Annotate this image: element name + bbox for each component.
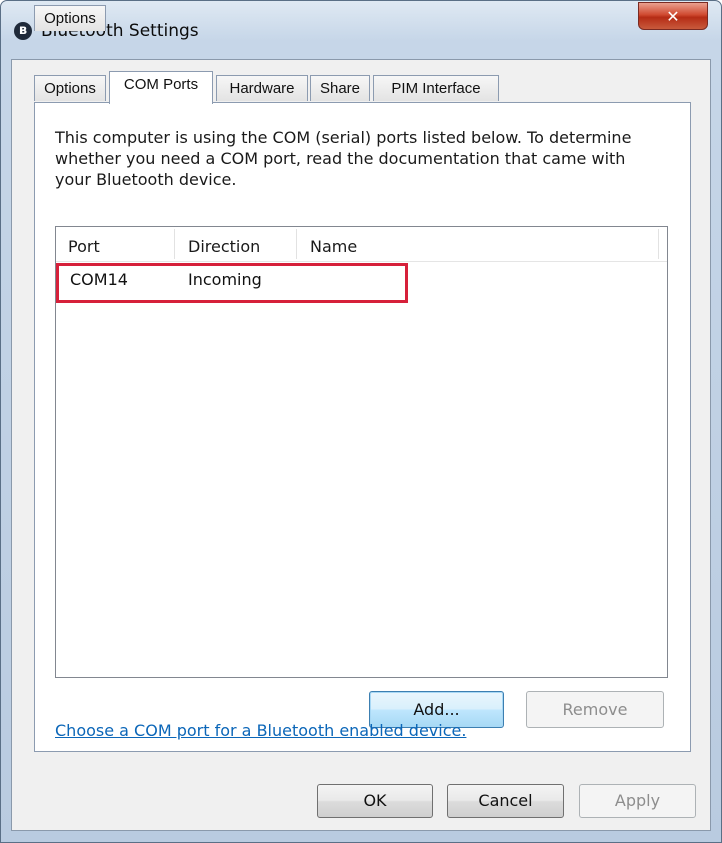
tab-share[interactable]: Share	[310, 75, 370, 101]
apply-button-label: Apply	[614, 791, 661, 810]
column-header-direction[interactable]: Direction	[188, 237, 260, 256]
tab-pim-interface[interactable]: PIM Interface	[373, 75, 499, 101]
column-divider[interactable]	[658, 229, 659, 259]
column-header-name[interactable]: Name	[310, 237, 357, 256]
column-header-port[interactable]: Port	[68, 237, 100, 256]
tab-options[interactable]: Options	[34, 5, 106, 31]
column-divider[interactable]	[174, 229, 175, 259]
title-bar[interactable]: ʙ Bluetooth Settings ✕	[1, 1, 721, 45]
tab-options-label: Options	[44, 10, 96, 27]
cancel-button-label: Cancel	[478, 791, 533, 810]
choose-com-port-link[interactable]: Choose a COM port for a Bluetooth enable…	[55, 721, 466, 740]
tab-pim-interface-label: PIM Interface	[391, 80, 481, 97]
close-button[interactable]: ✕	[638, 2, 708, 30]
tab-share-label: Share	[319, 80, 361, 97]
highlight-annotation	[56, 263, 408, 303]
ok-button[interactable]: OK	[317, 784, 433, 818]
tab-hardware[interactable]: Hardware	[216, 75, 308, 101]
apply-button[interactable]: Apply	[579, 784, 696, 818]
column-divider[interactable]	[296, 229, 297, 259]
bluetooth-icon: ʙ	[14, 22, 32, 40]
tab-options-face[interactable]: Options	[34, 75, 106, 101]
bluetooth-settings-window: ʙ Bluetooth Settings ✕ Options COM Ports…	[0, 0, 722, 843]
remove-button-label: Remove	[562, 700, 628, 719]
tab-com-ports-label: COM Ports	[123, 76, 199, 93]
cancel-button[interactable]: Cancel	[447, 784, 564, 818]
tab-options-face-label: Options	[44, 80, 96, 97]
list-header: Port Direction Name	[56, 227, 667, 262]
remove-button[interactable]: Remove	[526, 691, 664, 728]
tab-com-ports[interactable]: COM Ports	[109, 71, 213, 104]
tab-hardware-label: Hardware	[229, 80, 295, 97]
ok-button-label: OK	[363, 791, 387, 810]
panel-description: This computer is using the COM (serial) …	[55, 128, 632, 189]
close-icon: ✕	[666, 7, 680, 26]
add-button-label: Add...	[413, 700, 460, 719]
